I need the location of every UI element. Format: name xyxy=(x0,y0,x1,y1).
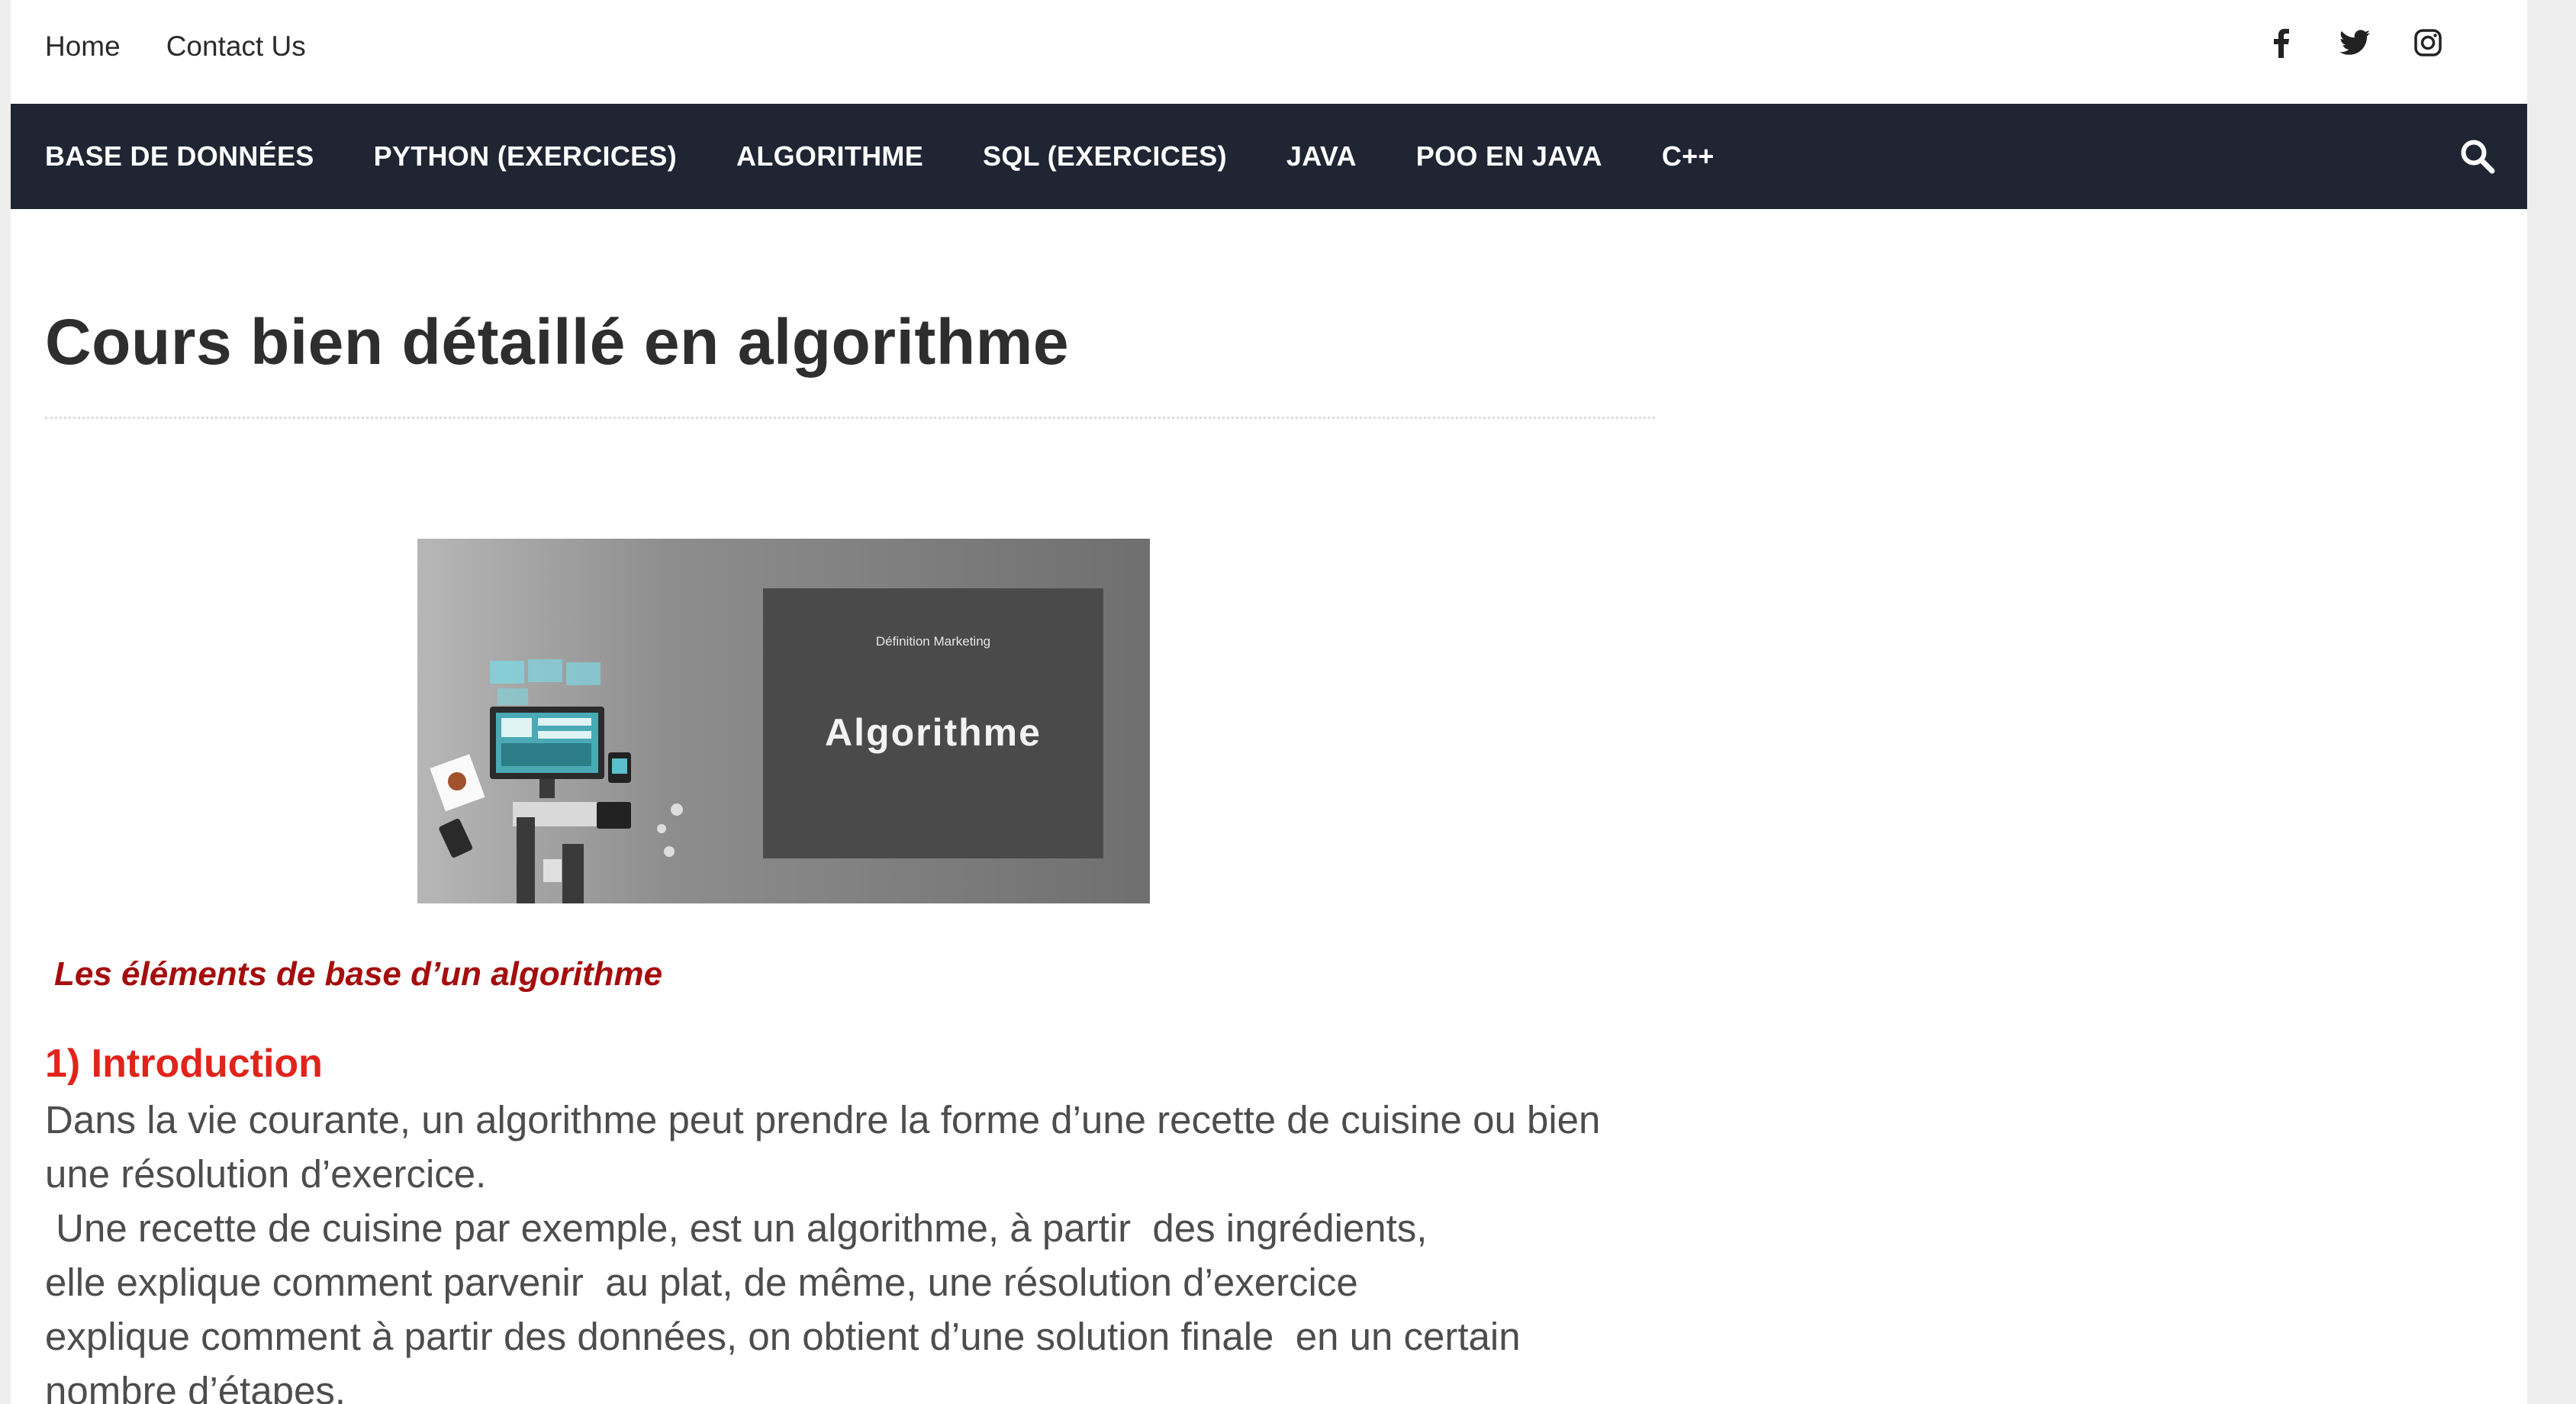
contact-us-link[interactable]: Contact Us xyxy=(166,31,306,63)
nav-item-cpp[interactable]: C++ xyxy=(1662,140,1715,172)
nav-item-java[interactable]: JAVA xyxy=(1286,140,1357,172)
paragraph-line: Une recette de cuisine par exemple, est … xyxy=(45,1206,1428,1250)
page-title: Cours bien détaillé en algorithme xyxy=(45,306,1070,378)
hero-title: Algorithme xyxy=(825,711,1042,754)
main-nav: BASE DE DONNÉES PYTHON (EXERCICES) ALGOR… xyxy=(11,104,2527,209)
paragraph-line: une résolution d’exercice. xyxy=(45,1152,487,1196)
nav-menu: BASE DE DONNÉES PYTHON (EXERCICES) ALGOR… xyxy=(45,104,1715,209)
home-link[interactable]: Home xyxy=(45,31,121,63)
paragraph-line: explique comment à partir des données, o… xyxy=(45,1315,1521,1358)
hero-title-panel: Définition Marketing Algorithme xyxy=(763,588,1103,858)
title-divider xyxy=(45,417,1655,419)
twitter-icon[interactable] xyxy=(2339,27,2370,58)
top-bar: Home Contact Us xyxy=(11,0,2527,104)
facebook-icon[interactable] xyxy=(2266,27,2297,58)
hero-caption: Définition Marketing xyxy=(875,634,991,649)
paragraph-line: Dans la vie courante, un algorithme peut… xyxy=(45,1098,1601,1142)
nav-item-algorithme[interactable]: ALGORITHME xyxy=(736,140,923,172)
top-links: Home Contact Us xyxy=(45,31,306,63)
hero-image: Définition Marketing Algorithme xyxy=(417,539,1150,903)
workspace-illustration xyxy=(430,659,683,903)
nav-item-base-de-donnees[interactable]: BASE DE DONNÉES xyxy=(45,140,314,172)
page: Home Contact Us BASE DE DONNÉES PYTHON (… xyxy=(11,0,2527,1404)
social-links xyxy=(2266,27,2443,58)
paragraph-line: elle explique comment parvenir au plat, … xyxy=(45,1261,1358,1304)
nav-item-poo-en-java[interactable]: POO EN JAVA xyxy=(1416,140,1602,172)
article-subtitle: Les éléments de base d’un algorithme xyxy=(54,955,663,993)
instagram-icon[interactable] xyxy=(2413,27,2443,58)
search-icon[interactable] xyxy=(2458,137,2497,176)
section-heading: 1) Introduction xyxy=(45,1042,323,1086)
nav-item-sql-exercices[interactable]: SQL (EXERCICES) xyxy=(983,140,1227,172)
nav-item-python-exercices[interactable]: PYTHON (EXERCICES) xyxy=(374,140,677,172)
paragraph-line: nombre d’étapes. xyxy=(45,1369,346,1404)
